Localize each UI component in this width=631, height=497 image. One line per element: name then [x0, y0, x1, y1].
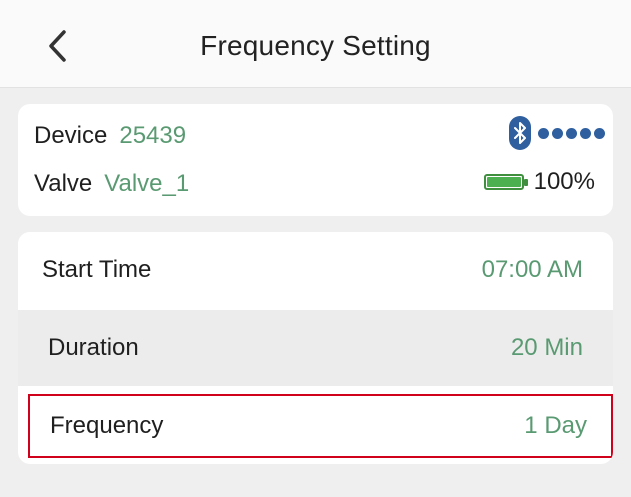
start-time-label: Start Time	[42, 256, 152, 283]
signal-dot	[552, 127, 563, 139]
start-time-row[interactable]: Start Time 07:00 AM	[18, 232, 613, 308]
frequency-label: Frequency	[50, 412, 164, 439]
battery-icon	[483, 174, 528, 190]
device-label: Device	[34, 122, 108, 149]
duration-row[interactable]: Duration 20 Min	[18, 310, 613, 386]
device-row: Device 25439	[34, 122, 186, 150]
duration-value: 20 Min	[510, 334, 583, 361]
device-id-value: 25439	[119, 122, 187, 149]
bluetooth-icon	[509, 116, 531, 150]
frequency-row[interactable]: Frequency 1 Day	[28, 394, 613, 458]
duration-label: Duration	[48, 334, 139, 361]
page-title: Frequency Setting	[200, 30, 431, 61]
battery-status: 100%	[483, 168, 595, 196]
frequency-value: 1 Day	[524, 412, 587, 439]
signal-dot	[580, 127, 591, 139]
valve-name-value: Valve_1	[104, 170, 190, 197]
valve-row: Valve Valve_1	[34, 170, 189, 198]
battery-level-fill	[486, 177, 521, 187]
start-time-value: 07:00 AM	[481, 256, 583, 283]
settings-list: Start Time 07:00 AM Duration 20 Min Freq…	[18, 232, 613, 464]
valve-label: Valve	[34, 170, 93, 197]
signal-strength	[535, 127, 605, 139]
top-app-bar: Frequency Setting	[0, 0, 631, 88]
connection-status	[509, 116, 605, 150]
signal-dot	[538, 127, 549, 139]
signal-dot	[566, 127, 577, 139]
battery-percentage: 100%	[533, 168, 595, 195]
signal-dot	[594, 127, 605, 139]
